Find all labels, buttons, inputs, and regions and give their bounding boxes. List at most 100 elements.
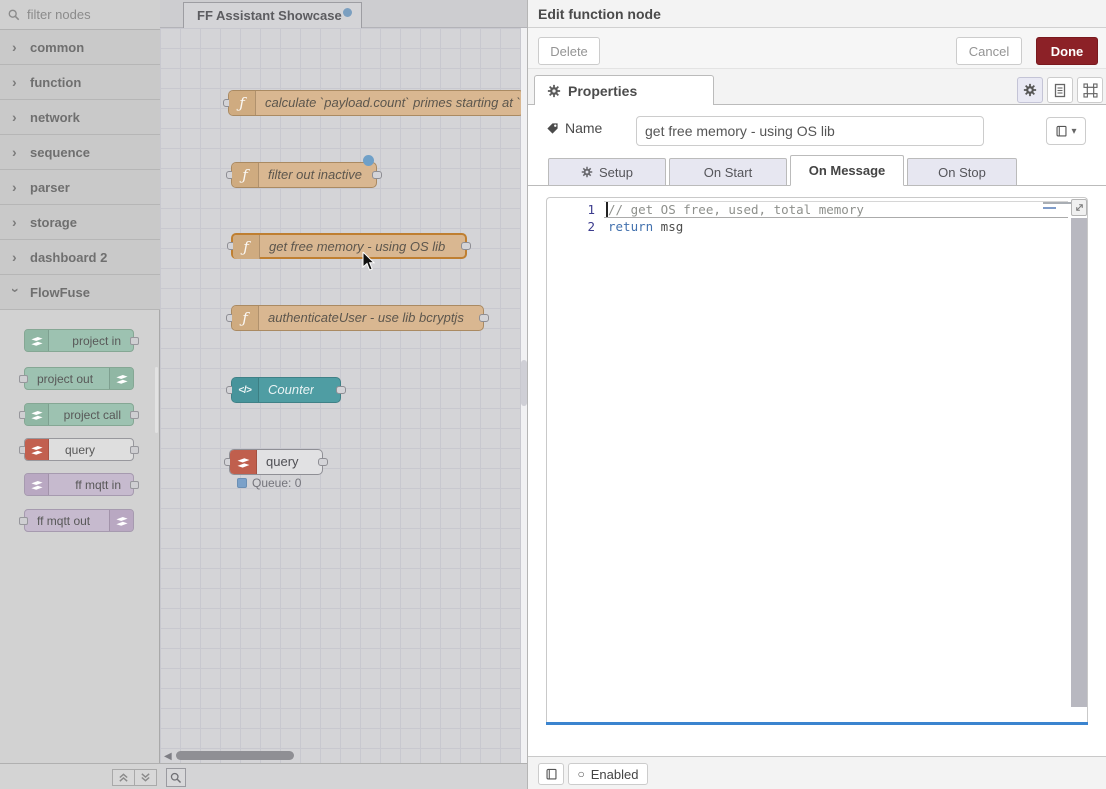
flowfuse-icon bbox=[25, 330, 49, 351]
node-filter-out-inactive[interactable]: ƒ filter out inactive bbox=[231, 162, 377, 188]
code-line-2: return msg bbox=[608, 218, 683, 235]
library-export-button[interactable] bbox=[538, 763, 564, 785]
editor-scrollbar[interactable] bbox=[1071, 218, 1087, 707]
palette-node-label: project out bbox=[37, 372, 93, 386]
status-text: Queue: 0 bbox=[252, 476, 301, 490]
output-port[interactable] bbox=[372, 171, 382, 179]
node-red-editor: ›common ›function ›network ›sequence ›pa… bbox=[0, 0, 1106, 789]
node-changed-indicator bbox=[363, 155, 374, 166]
palette-node-ff-mqtt-out[interactable]: ff mqtt out bbox=[24, 509, 134, 532]
horizontal-scrollbar[interactable] bbox=[176, 751, 294, 760]
node-label: calculate `payload.count` primes startin… bbox=[265, 95, 520, 110]
node-authenticate-user[interactable]: ƒ authenticateUser - use lib bcryptjs bbox=[231, 305, 484, 331]
function-icon: ƒ bbox=[233, 235, 260, 259]
node-label: query bbox=[266, 454, 299, 469]
node-query[interactable]: query bbox=[229, 449, 323, 475]
output-port[interactable] bbox=[336, 386, 346, 394]
palette-sidebar: ›common ›function ›network ›sequence ›pa… bbox=[0, 0, 160, 789]
tray-footer: ○ Enabled bbox=[528, 756, 1106, 789]
workspace-tab-ff-assistant-showcase[interactable]: FF Assistant Showcase bbox=[183, 2, 362, 28]
chevron-right-icon: › bbox=[12, 249, 20, 265]
function-icon: ƒ bbox=[232, 163, 259, 187]
chevron-right-icon: › bbox=[12, 144, 20, 160]
node-calculate-primes[interactable]: ƒ calculate `payload.count` primes start… bbox=[228, 90, 521, 116]
category-label: function bbox=[30, 75, 81, 90]
tray-toolbar: Delete Cancel Done bbox=[528, 28, 1106, 69]
palette-category-function[interactable]: ›function bbox=[0, 65, 160, 100]
code-editor[interactable]: 1 2 // get OS free, used, total memory r… bbox=[546, 197, 1088, 724]
flow-canvas[interactable]: ƒ calculate `payload.count` primes start… bbox=[160, 28, 521, 763]
flowfuse-icon bbox=[25, 474, 49, 495]
palette-node-ff-mqtt-in[interactable]: ff mqtt in bbox=[24, 473, 134, 496]
appearance-icon-button[interactable] bbox=[1077, 77, 1103, 103]
palette-category-storage[interactable]: › storage bbox=[0, 205, 160, 240]
output-port[interactable] bbox=[479, 314, 489, 322]
palette-node-project-call[interactable]: project call bbox=[24, 403, 134, 426]
output-port bbox=[130, 481, 139, 489]
node-label: filter out inactive bbox=[268, 167, 362, 182]
gear-icon bbox=[1023, 83, 1037, 97]
output-port bbox=[130, 337, 139, 345]
output-port[interactable] bbox=[318, 458, 328, 466]
description-icon-button[interactable] bbox=[1047, 77, 1073, 103]
code-line-1: // get OS free, used, total memory bbox=[608, 201, 864, 218]
palette-category-network[interactable]: › network bbox=[0, 100, 160, 135]
palette-category-sequence[interactable]: › sequence bbox=[0, 135, 160, 170]
palette-category-dashboard-2[interactable]: › dashboard 2 bbox=[0, 240, 160, 275]
function-tabs: Setup On Start On Message On Stop bbox=[528, 158, 1106, 186]
category-label: sequence bbox=[30, 145, 90, 160]
node-counter[interactable]: </> Counter bbox=[231, 377, 341, 403]
palette-node-project-out[interactable]: project out bbox=[24, 367, 134, 390]
template-icon: </> bbox=[232, 378, 259, 402]
chevron-right-icon: › bbox=[12, 109, 20, 125]
tray-body: Name ▾ Setup On Start On Message On Stop bbox=[528, 105, 1106, 756]
done-button[interactable]: Done bbox=[1036, 37, 1098, 65]
cancel-button[interactable]: Cancel bbox=[956, 37, 1022, 65]
hscroll-left-arrow[interactable]: ◀ bbox=[164, 751, 172, 762]
category-label: storage bbox=[30, 215, 77, 230]
palette-category-flowfuse[interactable]: ›FlowFuse bbox=[0, 275, 160, 310]
output-port[interactable] bbox=[461, 242, 471, 250]
palette-category-common[interactable]: ›common bbox=[0, 30, 160, 65]
output-port bbox=[130, 446, 139, 454]
category-label: dashboard 2 bbox=[30, 250, 107, 265]
caret-down-icon: ▾ bbox=[1071, 126, 1076, 137]
tab-on-stop[interactable]: On Stop bbox=[907, 158, 1017, 186]
properties-icon-button[interactable] bbox=[1017, 77, 1043, 103]
palette-node-project-in[interactable]: project in bbox=[24, 329, 134, 352]
palette-collapse-all-button[interactable] bbox=[112, 769, 135, 786]
status-dot-icon bbox=[237, 478, 247, 488]
palette-filter-input[interactable] bbox=[25, 6, 145, 23]
zoom-search-button[interactable] bbox=[166, 768, 186, 787]
node-label: get free memory - using OS lib bbox=[269, 239, 445, 254]
flowfuse-icon bbox=[109, 510, 133, 531]
palette-filter[interactable] bbox=[0, 0, 160, 30]
tab-on-message[interactable]: On Message bbox=[790, 155, 904, 186]
palette-scrollbar[interactable] bbox=[155, 367, 158, 433]
node-status: Queue: 0 bbox=[237, 476, 301, 490]
node-get-free-memory[interactable]: ƒ get free memory - using OS lib bbox=[231, 233, 467, 259]
palette-expand-all-button[interactable] bbox=[134, 769, 157, 786]
chevron-down-icon: › bbox=[8, 288, 24, 296]
name-field-row: Name ▾ bbox=[528, 113, 1106, 149]
gear-icon bbox=[581, 166, 593, 178]
palette-category-parser[interactable]: ›parser bbox=[0, 170, 160, 205]
node-label: authenticateUser - use lib bcryptjs bbox=[268, 310, 464, 325]
category-label: network bbox=[30, 110, 80, 125]
tab-on-start[interactable]: On Start bbox=[669, 158, 787, 186]
tray-header: Edit function node bbox=[528, 0, 1106, 28]
flowfuse-icon bbox=[25, 439, 49, 460]
tab-setup[interactable]: Setup bbox=[548, 158, 666, 186]
name-input[interactable] bbox=[636, 116, 984, 146]
enabled-toggle-button[interactable]: ○ Enabled bbox=[568, 763, 648, 785]
double-chevron-down-icon bbox=[140, 772, 151, 783]
workspace-tab-label: FF Assistant Showcase bbox=[197, 8, 342, 23]
tab-properties[interactable]: Properties bbox=[534, 75, 714, 105]
editor-expand-button[interactable] bbox=[1071, 199, 1087, 216]
palette-node-query[interactable]: query bbox=[24, 438, 134, 461]
chevron-right-icon: › bbox=[12, 214, 20, 230]
name-label: Name bbox=[546, 120, 602, 136]
library-button[interactable]: ▾ bbox=[1046, 117, 1086, 145]
output-port bbox=[130, 411, 139, 419]
delete-button[interactable]: Delete bbox=[538, 37, 600, 65]
